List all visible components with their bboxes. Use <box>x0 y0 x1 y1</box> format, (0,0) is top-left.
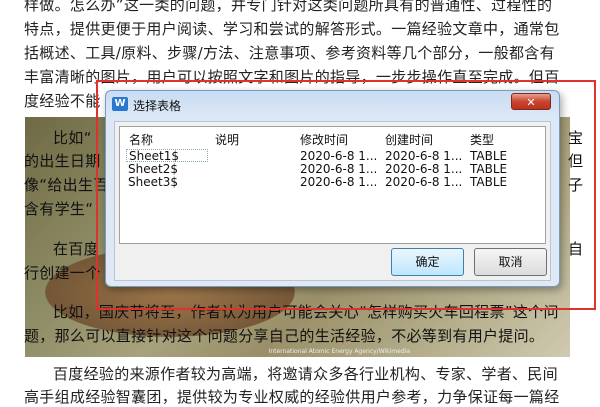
cancel-button[interactable]: 取消 <box>474 248 547 276</box>
column-header-type[interactable]: 类型 <box>470 131 494 148</box>
column-header-name[interactable]: 名称 <box>129 131 153 148</box>
article-line: 特点，提供更便于用户阅读、学习和尝试的解答形式。一篇经验文章中，通常包 <box>24 20 560 38</box>
photo-text-line: 行创建一个 <box>24 264 101 282</box>
photo-credit: International Atomic Energy Agency/Wikim… <box>268 348 410 355</box>
column-header-created[interactable]: 创建时间 <box>385 131 433 148</box>
sheet-created: 2020-6-8 1... <box>385 162 463 176</box>
sheet-name: Sheet1$ <box>126 149 208 162</box>
photo-text-line: 含有学生“ <box>24 200 94 218</box>
sheet-name: Sheet3$ <box>128 175 178 189</box>
photo-text-line: 在百度 <box>53 240 99 258</box>
close-button[interactable]: ✕ <box>511 93 551 110</box>
photo-text-line: 比如“ <box>53 129 92 147</box>
article-line: 百度经验的来源作者较为高端，将邀请众多各行业机构、专家、学者、民间 <box>53 365 558 383</box>
photo-text-line: 的出生日期 <box>24 152 101 170</box>
sheet-modified: 2020-6-8 1... <box>300 175 378 189</box>
sheet-type: TABLE <box>470 175 508 189</box>
sheet-created: 2020-6-8 1... <box>385 149 463 163</box>
table-list[interactable]: 名称 说明 修改时间 创建时间 类型 Sheet1$ 2020-6-8 1...… <box>119 126 546 244</box>
photo-text-line: 题，那么可以直接针对这个问题分享自己的生活经验，不必等到有用户提问。 <box>24 327 545 345</box>
column-header-description[interactable]: 说明 <box>215 131 239 148</box>
dialog-titlebar[interactable]: W 选择表格 ✕ <box>106 91 559 117</box>
table-row[interactable]: Sheet3$ 2020-6-8 1... 2020-6-8 1... TABL… <box>120 175 545 189</box>
article-line: 度经验不能 <box>24 92 101 110</box>
sheet-modified: 2020-6-8 1... <box>300 149 378 163</box>
sheet-type: TABLE <box>470 149 508 163</box>
select-table-dialog: W 选择表格 ✕ 名称 说明 修改时间 创建时间 类型 Sheet1$ 2020… <box>105 90 560 287</box>
article-line: 样做。怎么办”这一类的问题，并专门针对这类问题所具有的普通性、过程性的 <box>24 0 553 14</box>
column-header-modified[interactable]: 修改时间 <box>300 131 348 148</box>
sheet-created: 2020-6-8 1... <box>385 175 463 189</box>
article-line: 括概述、工具/原料、步骤/方法、注意事项、参考资料等几个部分，一般都含有 <box>24 44 555 62</box>
table-row[interactable]: Sheet2$ 2020-6-8 1... 2020-6-8 1... TABL… <box>120 162 545 176</box>
ok-button[interactable]: 确定 <box>391 248 464 276</box>
sheet-name: Sheet2$ <box>128 162 178 176</box>
wps-app-icon: W <box>112 97 128 111</box>
dialog-title: 选择表格 <box>133 99 182 113</box>
article-line: 高手组成经验智囊团，提供较为专业权威的经验供用户参考，力争保证每一篇经 <box>24 388 560 406</box>
table-header: 名称 说明 修改时间 创建时间 类型 <box>120 127 545 147</box>
sheet-modified: 2020-6-8 1... <box>300 162 378 176</box>
dialog-body: 名称 说明 修改时间 创建时间 类型 Sheet1$ 2020-6-8 1...… <box>114 121 551 281</box>
table-row[interactable]: Sheet1$ 2020-6-8 1... 2020-6-8 1... TABL… <box>120 149 545 163</box>
sheet-type: TABLE <box>470 162 508 176</box>
